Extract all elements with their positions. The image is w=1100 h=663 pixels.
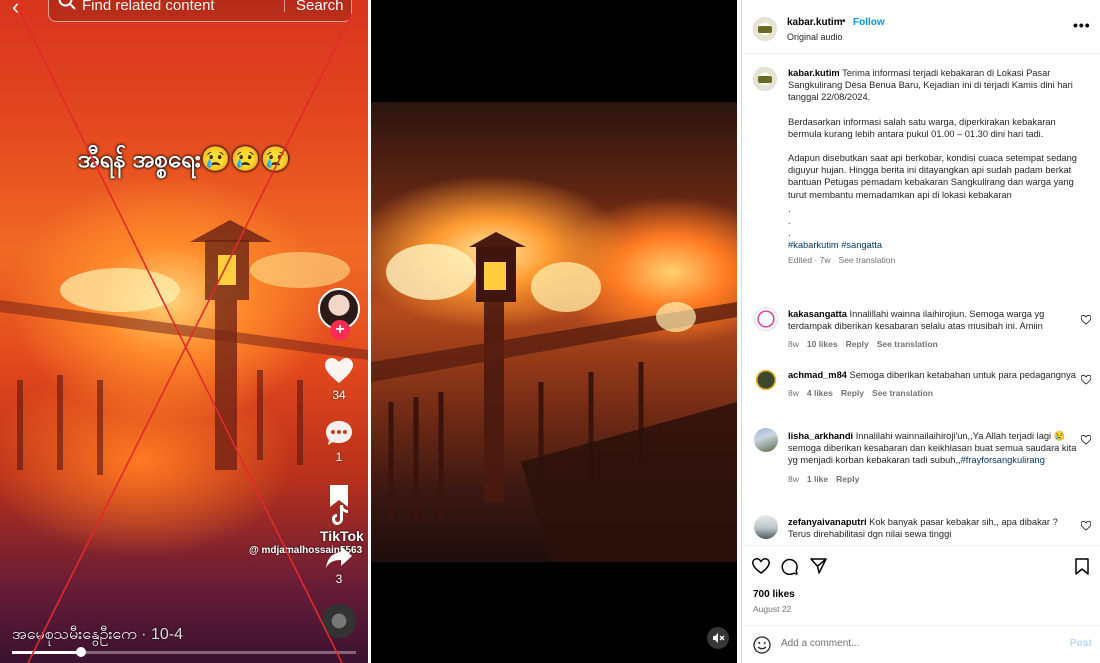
account-username[interactable]: kabar.kutim (787, 17, 843, 28)
caption-paragraph-3: Adapun disebutkan saat api berkobar, kon… (788, 153, 1077, 200)
comment-username[interactable]: achmad_m84 (788, 370, 847, 380)
comment-username[interactable]: zefanyaivanaputri (788, 517, 867, 527)
add-comment-bar: Add a comment... Post (742, 625, 1100, 663)
comment-like-heart-icon[interactable] (1081, 435, 1091, 445)
fire-video-frame[interactable] (371, 102, 737, 562)
caption-avatar[interactable] (753, 67, 777, 91)
fact-check-cross-overlay (17, 7, 353, 663)
see-translation-link[interactable]: See translation (872, 388, 933, 398)
comment-item: zefanyaivanaputri Kok banyak pasar kebak… (788, 516, 1078, 540)
instagram-video-panel[interactable] (371, 0, 737, 663)
comment-like-heart-icon[interactable] (1081, 315, 1091, 325)
comment-item: lisha_arkhandi Innalilahi wainnailaihiro… (788, 430, 1078, 485)
comment-likes[interactable]: 10 likes (807, 339, 838, 349)
comment-username[interactable]: kakasangatta (788, 309, 847, 319)
screenshot-composite: ‹ Find related content Search အီရန် အစ္စ… (0, 0, 1100, 663)
comment-avatar[interactable] (754, 307, 778, 331)
post-comment-button[interactable]: Post (1070, 638, 1092, 649)
caption-see-translation[interactable]: See translation (839, 255, 896, 265)
burning-market-scene (371, 232, 737, 562)
comment-time: 8w (788, 339, 799, 350)
caption-username[interactable]: kabar.kutim (788, 68, 840, 78)
comment-time: 8w (788, 388, 799, 399)
caption-meta: Edited · 7w See translation (788, 254, 1088, 266)
comment-like-heart-icon[interactable] (1081, 521, 1091, 531)
tiktok-video-panel[interactable]: ‹ Find related content Search အီရန် အစ္စ… (0, 0, 368, 663)
comment-bubble-icon[interactable] (781, 558, 798, 575)
mute-button[interactable] (707, 627, 729, 649)
post-date: August 22 (753, 604, 792, 614)
comments-scroll-area[interactable]: kabar.kutim Terima informasi terjadi keb… (742, 55, 1100, 545)
more-options-icon[interactable]: ••• (1073, 17, 1091, 33)
comment-username[interactable]: lisha_arkhandi (788, 431, 853, 441)
comment-likes[interactable]: 1 like (807, 474, 828, 484)
caption-paragraph-2: Berdasarkan informasi salah satu warga, … (788, 116, 1056, 139)
post-action-bar: 700 likes August 22 (742, 545, 1100, 625)
post-caption: kabar.kutim Terima informasi terjadi keb… (788, 67, 1088, 266)
comment-input[interactable]: Add a comment... (781, 638, 859, 649)
separator-dot: • (842, 16, 846, 27)
see-translation-link[interactable]: See translation (877, 339, 938, 349)
emoji-icon[interactable] (753, 636, 771, 654)
reply-button[interactable]: Reply (846, 339, 869, 349)
comment-text: Semoga diberikan ketabahan untuk para pe… (849, 370, 1076, 380)
post-header: kabar.kutim • Follow Original audio ••• (742, 0, 1100, 54)
comment-avatar[interactable] (754, 428, 778, 452)
comment-like-heart-icon[interactable] (1081, 375, 1091, 385)
comment-avatar[interactable] (754, 515, 778, 539)
reply-button[interactable]: Reply (836, 474, 859, 484)
comment-time: 8w (788, 473, 799, 484)
caption-dot-1: . (788, 203, 791, 214)
caption-hashtags[interactable]: #kabarkutim #sangatta (788, 239, 1088, 251)
follow-button[interactable]: Follow (853, 17, 885, 28)
save-bookmark-icon[interactable] (1075, 558, 1089, 575)
caption-dot-2: . (788, 216, 791, 227)
audio-label[interactable]: Original audio (787, 32, 843, 42)
caption-dot-3: . (788, 228, 791, 239)
reply-button[interactable]: Reply (841, 388, 864, 398)
comment-item: kakasangatta Innalillahi wainna ilaihiro… (788, 308, 1078, 351)
account-avatar[interactable] (753, 17, 777, 41)
caption-edited-time: Edited · 7w (788, 254, 831, 265)
comment-avatar[interactable] (754, 368, 778, 392)
comment-item: achmad_m84 Semoga diberikan ketabahan un… (788, 369, 1078, 399)
speaker-muted-icon (713, 633, 725, 643)
like-heart-icon[interactable] (752, 558, 770, 574)
likes-count[interactable]: 700 likes (753, 589, 795, 600)
comment-hashtag[interactable]: #frayforsangkulirang (961, 455, 1045, 465)
comment-likes[interactable]: 4 likes (807, 388, 833, 398)
share-paper-plane-icon[interactable] (810, 558, 827, 574)
instagram-post-sidebar: kabar.kutim • Follow Original audio ••• … (741, 0, 1100, 663)
